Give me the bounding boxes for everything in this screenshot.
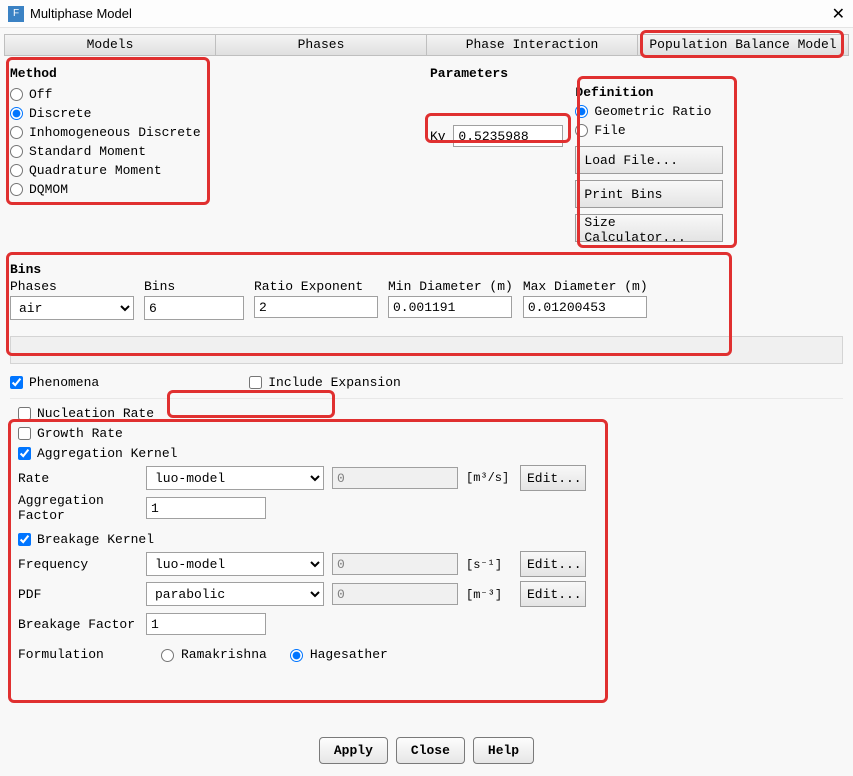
tab-models[interactable]: Models xyxy=(5,35,216,55)
bins-title: Bins xyxy=(10,262,843,277)
growth-checkbox[interactable] xyxy=(18,427,31,440)
definition-title: Definition xyxy=(575,85,731,100)
definition-file-label: File xyxy=(594,123,625,138)
method-discrete-radio[interactable] xyxy=(10,107,23,120)
aggregation-factor-label: Aggregation Factor xyxy=(18,493,138,523)
formulation-rama-label: Ramakrishna xyxy=(181,647,267,662)
method-quadrature-radio[interactable] xyxy=(10,164,23,177)
bins-max-label: Max Diameter (m) xyxy=(523,279,648,294)
bins-ratio-label: Ratio Exponent xyxy=(254,279,378,294)
phenomena-label: Phenomena xyxy=(29,375,99,390)
method-standard-label: Standard Moment xyxy=(29,144,146,159)
bins-min-input[interactable] xyxy=(388,296,512,318)
formulation-label: Formulation xyxy=(18,647,138,662)
bins-min-label: Min Diameter (m) xyxy=(388,279,513,294)
bins-count-spinner[interactable] xyxy=(144,296,244,320)
method-off-label: Off xyxy=(29,87,52,102)
pdf-label: PDF xyxy=(18,587,138,602)
method-inhomo-label: Inhomogeneous Discrete xyxy=(29,125,201,140)
aggregation-factor-input[interactable] xyxy=(146,497,266,519)
tab-population-balance-model[interactable]: Population Balance Model xyxy=(638,35,848,55)
method-discrete-label: Discrete xyxy=(29,106,91,121)
frequency-unit: [s⁻¹] xyxy=(466,557,512,572)
method-dqmom-label: DQMOM xyxy=(29,182,68,197)
rate-unit: [m³/s] xyxy=(466,471,512,485)
size-calculator-button[interactable]: Size Calculator... xyxy=(575,214,723,242)
load-file-button[interactable]: Load File... xyxy=(575,146,723,174)
definition-file-radio[interactable] xyxy=(575,124,588,137)
pdf-combo[interactable]: parabolic xyxy=(146,582,324,606)
pdf-value[interactable] xyxy=(332,583,458,605)
tab-phases[interactable]: Phases xyxy=(216,35,427,55)
close-icon[interactable]: ✕ xyxy=(832,4,845,24)
apply-button[interactable]: Apply xyxy=(319,737,388,764)
bins-phases-label: Phases xyxy=(10,279,134,294)
growth-label: Growth Rate xyxy=(37,426,123,441)
include-expansion-label: Include Expansion xyxy=(268,375,401,390)
breakage-kernel-label: Breakage Kernel xyxy=(37,532,154,547)
aggregation-kernel-checkbox[interactable] xyxy=(18,447,31,460)
bins-bins-label: Bins xyxy=(144,279,244,294)
app-icon: F xyxy=(8,6,24,22)
method-group: Method Off Discrete Inhomogeneous Discre… xyxy=(10,66,220,248)
parameters-title: Parameters xyxy=(430,66,843,81)
close-button[interactable]: Close xyxy=(396,737,465,764)
frequency-combo[interactable]: luo-model xyxy=(146,552,324,576)
method-inhomo-radio[interactable] xyxy=(10,126,23,139)
formulation-rama-radio[interactable] xyxy=(161,649,174,662)
rate-combo[interactable]: luo-model xyxy=(146,466,324,490)
method-title: Method xyxy=(10,66,220,81)
spacer-panel xyxy=(10,336,843,364)
method-dqmom-radio[interactable] xyxy=(10,183,23,196)
breakage-factor-label: Breakage Factor xyxy=(18,617,138,632)
formulation-hage-label: Hagesather xyxy=(310,647,388,662)
pdf-unit: [m⁻³] xyxy=(466,587,512,602)
frequency-value[interactable] xyxy=(332,553,458,575)
method-off-radio[interactable] xyxy=(10,88,23,101)
print-bins-button[interactable]: Print Bins xyxy=(575,180,723,208)
definition-geo-label: Geometric Ratio xyxy=(594,104,711,119)
formulation-hage-radio[interactable] xyxy=(290,649,303,662)
bins-max-input[interactable] xyxy=(523,296,647,318)
dialog-footer: Apply Close Help xyxy=(0,737,853,764)
rate-label: Rate xyxy=(18,471,138,486)
window-title: Multiphase Model xyxy=(30,6,832,21)
method-standard-radio[interactable] xyxy=(10,145,23,158)
frequency-label: Frequency xyxy=(18,557,138,572)
kernel-panel: Nucleation Rate Growth Rate Aggregation … xyxy=(10,398,843,679)
bins-phases-combo[interactable]: air xyxy=(10,296,134,320)
phenomena-checkbox[interactable] xyxy=(10,376,23,389)
nucleation-label: Nucleation Rate xyxy=(37,406,154,421)
method-quadrature-label: Quadrature Moment xyxy=(29,163,162,178)
rate-edit-button[interactable]: Edit... xyxy=(520,465,586,491)
bins-ratio-input[interactable] xyxy=(254,296,378,318)
help-button[interactable]: Help xyxy=(473,737,534,764)
definition-geo-radio[interactable] xyxy=(575,105,588,118)
pdf-edit-button[interactable]: Edit... xyxy=(520,581,586,607)
include-expansion-checkbox[interactable] xyxy=(249,376,262,389)
title-bar: F Multiphase Model ✕ xyxy=(0,0,853,28)
aggregation-kernel-label: Aggregation Kernel xyxy=(37,446,177,461)
breakage-kernel-checkbox[interactable] xyxy=(18,533,31,546)
tab-phase-interaction[interactable]: Phase Interaction xyxy=(427,35,638,55)
tab-bar: Models Phases Phase Interaction Populati… xyxy=(4,34,849,56)
kv-label: Kv xyxy=(430,129,446,144)
breakage-factor-input[interactable] xyxy=(146,613,266,635)
nucleation-checkbox[interactable] xyxy=(18,407,31,420)
frequency-edit-button[interactable]: Edit... xyxy=(520,551,586,577)
rate-value[interactable] xyxy=(332,467,458,489)
kv-input[interactable] xyxy=(453,125,563,147)
